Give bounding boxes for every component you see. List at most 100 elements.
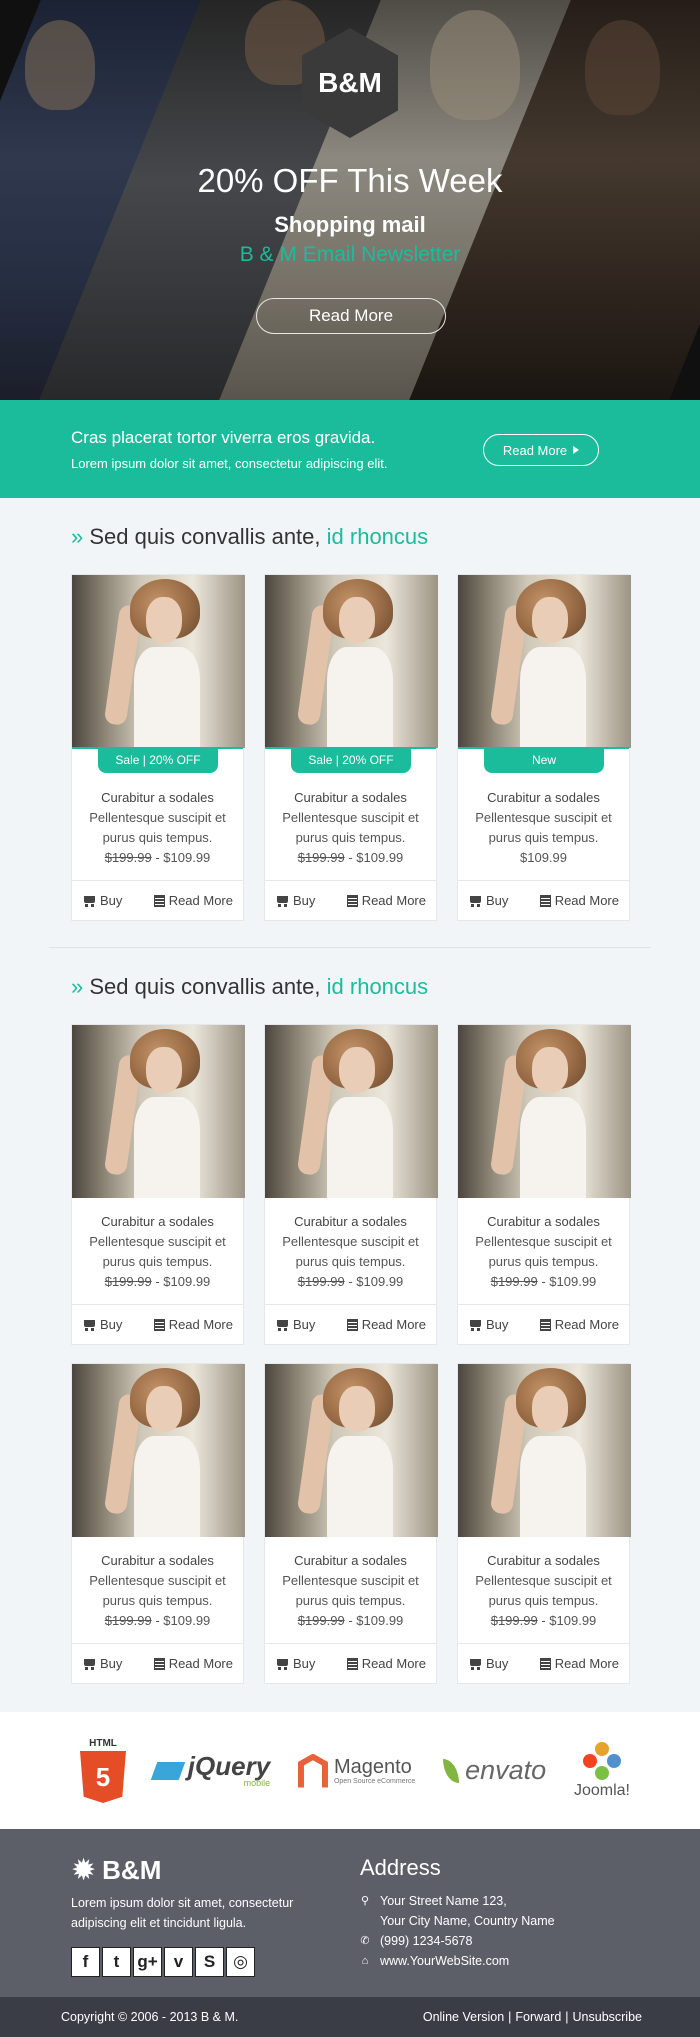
photo-detail	[134, 1436, 200, 1537]
product-photo[interactable]	[265, 1364, 438, 1537]
footer-links: Online Version | Forward | Unsubscribe	[423, 2010, 642, 2024]
link-separator: |	[508, 2010, 512, 2024]
dribbble-icon[interactable]: ◎	[226, 1947, 255, 1977]
promo-read-more-button[interactable]: Read More	[483, 434, 599, 466]
promo-strip: Cras placerat tortor viverra eros gravid…	[0, 400, 700, 498]
buy-label: Buy	[100, 1656, 123, 1671]
read-more-button[interactable]: Read More	[539, 893, 619, 908]
product-photo[interactable]	[72, 1025, 245, 1198]
product-name[interactable]: Curabitur a sodales	[464, 1212, 623, 1232]
hero-read-more-button[interactable]: Read More	[256, 298, 446, 334]
section-title-accent: id rhoncus	[326, 974, 429, 999]
buy-button[interactable]: Buy	[468, 893, 508, 908]
product-price: $109.99	[356, 850, 404, 865]
product-name[interactable]: Curabitur a sodales	[78, 788, 237, 808]
hero-banner: B&M 20% OFF This Week Shopping mail B & …	[0, 0, 700, 400]
jquery-mark-icon	[150, 1761, 186, 1780]
read-more-button[interactable]: Read More	[153, 1656, 233, 1671]
product-photo[interactable]	[72, 575, 245, 748]
product-desc: purus quis tempus.	[488, 1593, 599, 1608]
product-desc: purus quis tempus.	[295, 1593, 406, 1608]
unsubscribe-link[interactable]: Unsubscribe	[573, 2010, 642, 2024]
product-price-line: $199.99 - $109.99	[271, 848, 430, 868]
product-name[interactable]: Curabitur a sodales	[78, 1551, 237, 1571]
read-more-button[interactable]: Read More	[346, 1317, 426, 1332]
product-name[interactable]: Curabitur a sodales	[271, 788, 430, 808]
footer-brand[interactable]: ✹ B&M	[71, 1855, 161, 1886]
price-separator: -	[151, 1613, 164, 1628]
price-separator: -	[344, 1274, 357, 1289]
product-photo[interactable]	[265, 575, 438, 748]
product-info: Curabitur a sodales Pellentesque suscipi…	[265, 1198, 436, 1304]
old-price: $199.99	[297, 1274, 345, 1289]
read-more-button[interactable]: Read More	[346, 893, 426, 908]
footer: ✹ B&M Lorem ipsum dolor sit amet, consec…	[0, 1829, 700, 1997]
html5-shield-icon: 5	[80, 1751, 126, 1803]
facebook-icon[interactable]: f	[71, 1947, 100, 1977]
magento-logo[interactable]: Magento Open Source eCommerce	[297, 1753, 415, 1788]
html5-logo[interactable]: HTML 5	[80, 1738, 126, 1803]
joomla-logo[interactable]: Joomla!	[574, 1741, 630, 1800]
buy-label: Buy	[486, 893, 509, 908]
google-plus-icon[interactable]: g+	[133, 1947, 162, 1977]
read-more-button[interactable]: Read More	[153, 893, 233, 908]
product-photo[interactable]	[458, 1364, 631, 1537]
old-price: $199.99	[104, 850, 152, 865]
product-price: $109.99	[163, 850, 211, 865]
photo-detail	[327, 1436, 393, 1537]
product-desc: purus quis tempus.	[295, 1254, 406, 1269]
product-actions: Buy Read More	[458, 1643, 629, 1683]
product-name[interactable]: Curabitur a sodales	[271, 1212, 430, 1232]
read-more-button[interactable]: Read More	[539, 1656, 619, 1671]
skype-icon[interactable]: S	[195, 1947, 224, 1977]
product-info: Curabitur a sodales Pellentesque suscipi…	[458, 1537, 629, 1643]
document-icon	[153, 1657, 165, 1670]
product-name[interactable]: Curabitur a sodales	[271, 1551, 430, 1571]
twitter-icon[interactable]: t	[102, 1947, 131, 1977]
product-name[interactable]: Curabitur a sodales	[464, 788, 623, 808]
product-info: Curabitur a sodales Pellentesque suscipi…	[72, 1198, 243, 1304]
raquo-icon: »	[71, 524, 84, 549]
product-photo[interactable]	[458, 1025, 631, 1198]
product-row: Sale | 20% OFF Curabitur a sodales Pelle…	[0, 574, 700, 921]
address-web[interactable]: www.YourWebSite.com	[380, 1951, 509, 1971]
vimeo-icon[interactable]: v	[164, 1947, 193, 1977]
product-price: $109.99	[163, 1613, 211, 1628]
buy-button[interactable]: Buy	[82, 1317, 122, 1332]
forward-link[interactable]: Forward	[515, 2010, 561, 2024]
read-more-label: Read More	[361, 1317, 426, 1332]
buy-button[interactable]: Buy	[275, 893, 315, 908]
read-more-button[interactable]: Read More	[346, 1656, 426, 1671]
buy-button[interactable]: Buy	[275, 1656, 315, 1671]
buy-button[interactable]: Buy	[468, 1317, 508, 1332]
product-name[interactable]: Curabitur a sodales	[78, 1212, 237, 1232]
read-more-button[interactable]: Read More	[539, 1317, 619, 1332]
buy-button[interactable]: Buy	[468, 1656, 508, 1671]
address-phone[interactable]: (999) 1234-5678	[380, 1931, 472, 1951]
photo-detail	[327, 1097, 393, 1198]
price-separator: -	[344, 850, 357, 865]
read-more-button[interactable]: Read More	[153, 1317, 233, 1332]
old-price: $199.99	[490, 1613, 538, 1628]
product-photo[interactable]	[458, 575, 631, 748]
product-photo[interactable]	[72, 1364, 245, 1537]
photo-detail	[520, 1097, 586, 1198]
photo-detail	[532, 597, 568, 643]
buy-button[interactable]: Buy	[82, 1656, 122, 1671]
document-icon	[153, 1318, 165, 1331]
address-street-line: ⚲ Your Street Name 123,	[360, 1891, 555, 1911]
online-version-link[interactable]: Online Version	[423, 2010, 504, 2024]
jquery-logo[interactable]: jQuery mobile	[150, 1751, 271, 1788]
buy-button[interactable]: Buy	[275, 1317, 315, 1332]
buy-button[interactable]: Buy	[82, 893, 122, 908]
buy-label: Buy	[486, 1656, 509, 1671]
product-name[interactable]: Curabitur a sodales	[464, 1551, 623, 1571]
product-desc: Pellentesque suscipit et	[282, 1573, 419, 1588]
buy-label: Buy	[293, 893, 316, 908]
jquery-text: jQuery	[187, 1751, 271, 1781]
address-phone-line: ✆ (999) 1234-5678	[360, 1931, 555, 1951]
envato-logo[interactable]: envato	[443, 1755, 546, 1786]
price-separator: -	[537, 1613, 550, 1628]
product-photo[interactable]	[265, 1025, 438, 1198]
photo-detail	[532, 1386, 568, 1432]
